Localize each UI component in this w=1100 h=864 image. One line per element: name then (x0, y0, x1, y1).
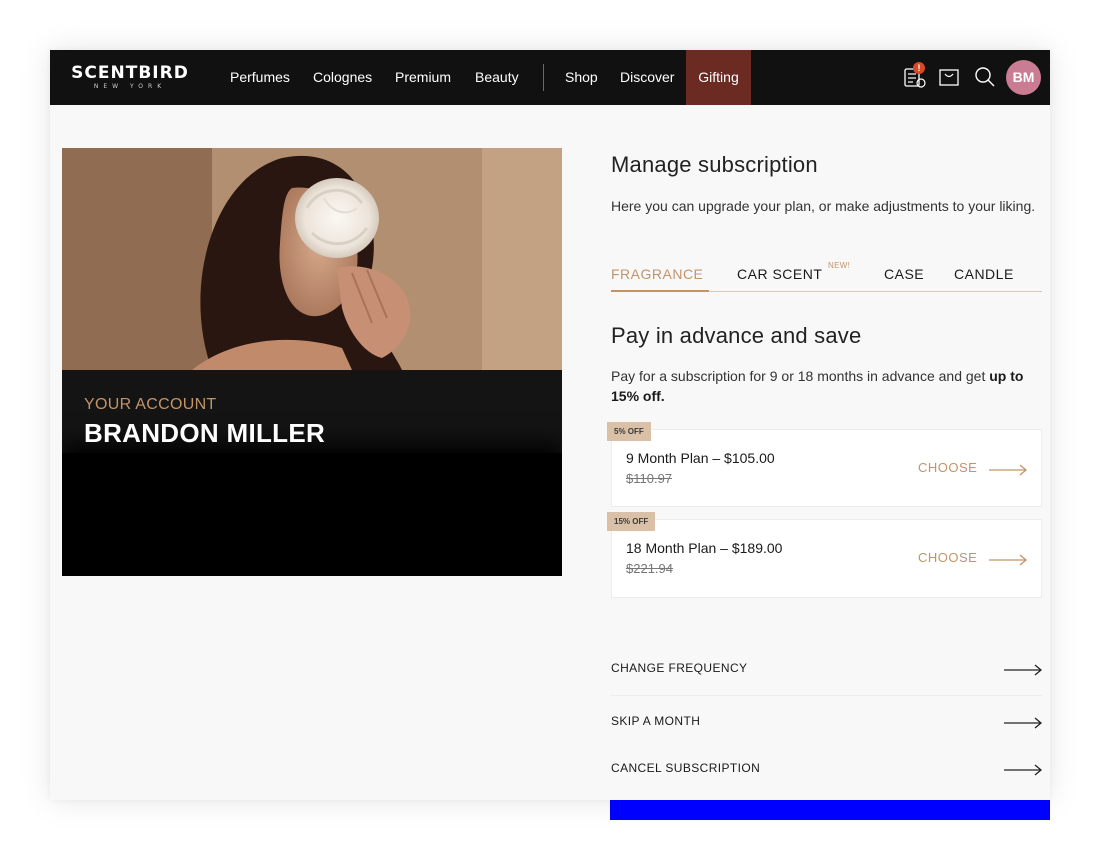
plan-card-18-month[interactable]: 15% OFF 18 Month Plan – $189.00 $221.94 … (607, 512, 1042, 598)
manage-subscription-panel: Manage subscription Here you can upgrade… (607, 50, 1043, 801)
plan-name: 18 Month Plan – $189.00 (626, 540, 783, 556)
pay-description-text: Pay for a subscription for 9 or 18 month… (611, 368, 990, 384)
hero-photo (62, 148, 562, 370)
page-title: Manage subscription (611, 152, 818, 177)
cancel-subscription-row[interactable]: CANCEL SUBSCRIPTION (611, 751, 1043, 801)
arrow-right-icon (1004, 761, 1043, 780)
logo-subtitle: NEW YORK (93, 83, 167, 90)
nav-premium[interactable]: Premium (395, 50, 451, 105)
plan-original-price: $110.97 (626, 471, 673, 486)
plan-card-9-month[interactable]: 5% OFF 9 Month Plan – $105.00 $110.97 CH… (607, 422, 1042, 507)
hero-photo-illustration (62, 148, 562, 370)
arrow-right-icon-svg (1004, 764, 1043, 776)
tab-case[interactable]: CASE (884, 266, 924, 282)
discount-tag: 15% OFF (607, 512, 656, 531)
skip-a-month-label: SKIP A MONTH (611, 714, 701, 728)
nav-beauty[interactable]: Beauty (475, 50, 519, 105)
arrow-right-icon-svg (1004, 717, 1043, 729)
bottom-blue-bar (610, 800, 1050, 820)
tab-candle[interactable]: CANDLE (954, 266, 1014, 282)
choose-button[interactable]: CHOOSE (918, 550, 977, 565)
choose-button[interactable]: CHOOSE (918, 460, 977, 475)
skip-a-month-row[interactable]: SKIP A MONTH (611, 704, 1043, 754)
nav-colognes[interactable]: Colognes (313, 50, 372, 105)
cancel-subscription-label: CANCEL SUBSCRIPTION (611, 761, 761, 775)
hero-redacted-area (62, 453, 562, 576)
tab-car-scent[interactable]: CAR SCENT (737, 266, 822, 282)
active-tab-indicator (611, 290, 709, 292)
app-window: SCENTBIRD NEW YORK Perfumes Colognes Pre… (50, 50, 1050, 800)
your-account-label: YOUR ACCOUNT (84, 396, 217, 413)
scentbird-logo[interactable]: SCENTBIRD NEW YORK (66, 63, 194, 91)
nav-shop[interactable]: Shop (565, 50, 598, 105)
arrow-right-icon-svg (1004, 664, 1043, 676)
plan-name: 9 Month Plan – $105.00 (626, 450, 775, 466)
discount-tag: 5% OFF (607, 422, 651, 441)
pay-in-advance-description: Pay for a subscription for 9 or 18 month… (611, 366, 1041, 406)
change-frequency-row[interactable]: CHANGE FREQUENCY (611, 651, 1043, 701)
arrow-right-icon (1004, 714, 1043, 733)
arrow-right-icon (1004, 661, 1043, 680)
arrow-right-icon (989, 461, 1028, 480)
nav-perfumes[interactable]: Perfumes (230, 50, 290, 105)
arrow-right-icon-svg (989, 464, 1028, 476)
arrow-right-icon (989, 551, 1028, 570)
pay-in-advance-title: Pay in advance and save (611, 323, 862, 348)
plan-original-price: $221.94 (626, 561, 673, 576)
new-badge: NEW! (828, 261, 851, 270)
account-hero-card: YOUR ACCOUNT BRANDON MILLER (62, 148, 562, 576)
row-divider (611, 695, 1042, 696)
account-holder-name: BRANDON MILLER (84, 418, 326, 448)
product-tabs: FRAGRANCE CAR SCENT NEW! CASE CANDLE (611, 261, 1042, 292)
page-description: Here you can upgrade your plan, or make … (611, 198, 1036, 214)
nav-divider (543, 64, 544, 91)
logo-wordmark: SCENTBIRD (71, 63, 189, 83)
tab-fragrance[interactable]: FRAGRANCE (611, 266, 703, 282)
change-frequency-label: CHANGE FREQUENCY (611, 661, 748, 675)
arrow-right-icon-svg (989, 554, 1028, 566)
